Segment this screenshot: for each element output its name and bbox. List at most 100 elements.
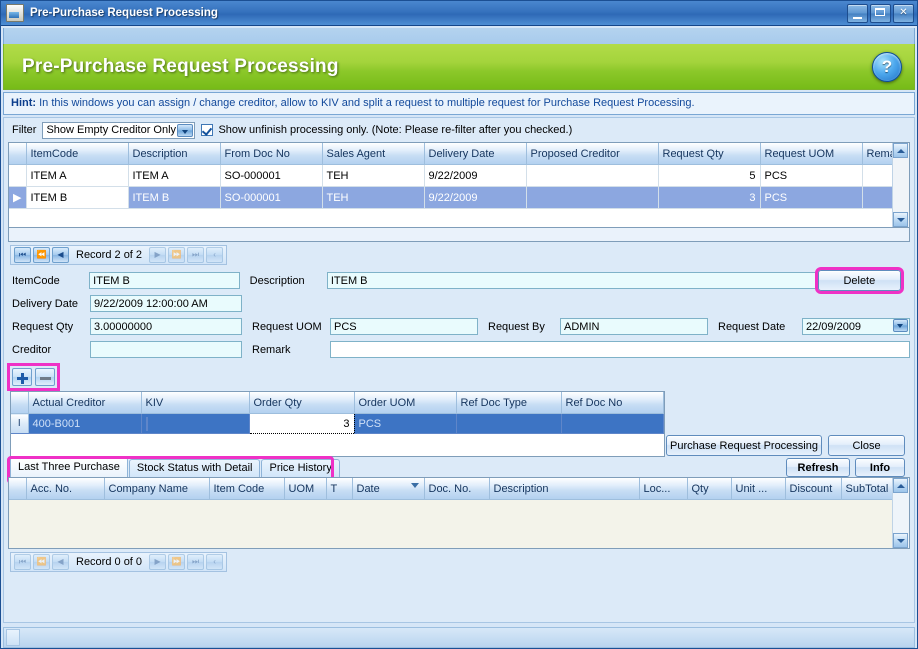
col-discount[interactable]: Discount bbox=[785, 478, 842, 500]
nav-first-button[interactable]: ⏮ bbox=[14, 247, 31, 263]
col-doc-no[interactable]: Doc. No. bbox=[424, 478, 490, 500]
nav-first-button[interactable]: ⏮ bbox=[14, 554, 31, 570]
nav-next-page-button[interactable]: ⏩ bbox=[168, 554, 186, 570]
col-request-uom[interactable]: Request UOM bbox=[760, 143, 863, 165]
tab-stock-status-with-detail[interactable]: Stock Status with Detail bbox=[128, 459, 261, 477]
col-actual-creditor[interactable]: Actual Creditor bbox=[28, 392, 142, 414]
maximize-button[interactable] bbox=[870, 4, 891, 23]
cell-from-doc-no[interactable]: SO-000001 bbox=[220, 186, 323, 209]
history-grid[interactable]: Acc. No. Company Name Item Code UOM T Da… bbox=[8, 477, 910, 549]
col-uom[interactable]: UOM bbox=[284, 478, 327, 500]
history-vscrollbar[interactable] bbox=[892, 478, 909, 548]
remove-creditor-button[interactable] bbox=[35, 368, 55, 386]
nav-extra-button[interactable]: ‹ bbox=[206, 247, 224, 263]
cell-request-uom[interactable]: PCS bbox=[760, 186, 863, 209]
cell-sales-agent[interactable]: TEH bbox=[322, 186, 425, 209]
main-grid-vscrollbar[interactable] bbox=[892, 143, 909, 227]
request-date-field[interactable]: 22/09/2009 bbox=[802, 318, 910, 335]
col-description[interactable]: Description bbox=[128, 143, 221, 165]
remark-field[interactable] bbox=[330, 341, 910, 358]
nav-next-page-button[interactable]: ⏩ bbox=[168, 247, 186, 263]
scroll-down-icon[interactable] bbox=[893, 212, 908, 227]
creditor-field[interactable] bbox=[90, 341, 242, 358]
cell-order-qty[interactable]: 3 bbox=[248, 413, 355, 434]
scroll-up-icon[interactable] bbox=[893, 478, 908, 493]
col-request-qty[interactable]: Request Qty bbox=[658, 143, 761, 165]
cell-kiv[interactable] bbox=[141, 413, 250, 434]
cell-request-qty[interactable]: 5 bbox=[658, 164, 761, 187]
col-order-qty[interactable]: Order Qty bbox=[249, 392, 355, 414]
nav-last-button[interactable]: ⏭ bbox=[187, 554, 205, 570]
cell-request-uom[interactable]: PCS bbox=[760, 164, 863, 187]
chevron-down-icon[interactable] bbox=[893, 319, 908, 332]
cell-description[interactable]: ITEM A bbox=[128, 164, 221, 187]
nav-extra-button[interactable]: ‹ bbox=[206, 554, 224, 570]
col-acc-no[interactable]: Acc. No. bbox=[26, 478, 105, 500]
add-creditor-button[interactable] bbox=[12, 368, 32, 386]
col-ref-doc-no[interactable]: Ref Doc No bbox=[561, 392, 664, 414]
cell-itemcode[interactable]: ITEM A bbox=[26, 164, 129, 187]
nav-next-button[interactable]: ▶ bbox=[149, 554, 167, 570]
scroll-up-icon[interactable] bbox=[893, 143, 908, 158]
col-date[interactable]: Date bbox=[352, 478, 425, 500]
nav-prev-button[interactable]: ◀ bbox=[52, 247, 69, 263]
col-proposed-creditor[interactable]: Proposed Creditor bbox=[526, 143, 659, 165]
col-ref-doc-type[interactable]: Ref Doc Type bbox=[456, 392, 562, 414]
col-unit[interactable]: Unit ... bbox=[731, 478, 786, 500]
nav-prev-page-button[interactable]: ⏪ bbox=[33, 554, 50, 570]
unfinish-checkbox[interactable] bbox=[201, 124, 214, 136]
kiv-checkbox[interactable] bbox=[145, 416, 148, 431]
nav-last-button[interactable]: ⏭ bbox=[187, 247, 205, 263]
chevron-down-icon[interactable] bbox=[177, 123, 194, 137]
cell-order-uom[interactable]: PCS bbox=[354, 413, 457, 434]
description-field[interactable]: ITEM B bbox=[326, 272, 818, 289]
cell-proposed-creditor[interactable] bbox=[526, 186, 659, 209]
requests-grid[interactable]: ItemCode Description From Doc No Sales A… bbox=[8, 142, 910, 228]
refresh-button[interactable]: Refresh bbox=[786, 458, 850, 477]
purchase-request-processing-button[interactable]: Purchase Request Processing bbox=[666, 435, 822, 456]
col-sales-agent[interactable]: Sales Agent bbox=[322, 143, 425, 165]
cell-ref-doc-no[interactable] bbox=[561, 413, 664, 434]
col-itemcode[interactable]: ItemCode bbox=[26, 143, 129, 165]
nav-prev-button[interactable]: ◀ bbox=[52, 554, 69, 570]
table-row[interactable]: ITEM A ITEM A SO-000001 TEH 9/22/2009 5 … bbox=[9, 164, 909, 187]
request-by-field[interactable]: ADMIN bbox=[560, 318, 708, 335]
info-button[interactable]: Info bbox=[855, 458, 905, 477]
cell-request-qty[interactable]: 3 bbox=[658, 186, 761, 209]
table-row[interactable]: I 400-B001 3 PCS bbox=[11, 413, 664, 434]
col-item-code[interactable]: Item Code bbox=[209, 478, 285, 500]
request-qty-field[interactable]: 3.00000000 bbox=[90, 318, 242, 335]
main-grid-hscrollbar[interactable] bbox=[8, 228, 910, 242]
cell-delivery-date[interactable]: 9/22/2009 bbox=[424, 164, 527, 187]
col-kiv[interactable]: KIV bbox=[141, 392, 250, 414]
cell-sales-agent[interactable]: TEH bbox=[322, 164, 425, 187]
cell-from-doc-no[interactable]: SO-000001 bbox=[220, 164, 323, 187]
cell-proposed-creditor[interactable] bbox=[526, 164, 659, 187]
help-icon[interactable]: ? bbox=[872, 51, 902, 82]
delivery-date-field[interactable]: 9/22/2009 12:00:00 AM bbox=[90, 295, 242, 312]
nav-prev-page-button[interactable]: ⏪ bbox=[33, 247, 50, 263]
col-order-uom[interactable]: Order UOM bbox=[354, 392, 457, 414]
scroll-down-icon[interactable] bbox=[893, 533, 908, 548]
cell-description[interactable]: ITEM B bbox=[128, 186, 221, 209]
tab-last-three-purchase[interactable]: Last Three Purchase bbox=[10, 457, 128, 477]
col-delivery-date[interactable]: Delivery Date bbox=[424, 143, 527, 165]
table-row[interactable]: ▶ ITEM B ITEM B SO-000001 TEH 9/22/2009 … bbox=[9, 186, 909, 209]
itemcode-field[interactable]: ITEM B bbox=[89, 272, 240, 289]
cell-ref-doc-type[interactable] bbox=[456, 413, 562, 434]
cell-delivery-date[interactable]: 9/22/2009 bbox=[424, 186, 527, 209]
filter-combo[interactable]: Show Empty Creditor Only bbox=[42, 121, 196, 139]
nav-next-button[interactable]: ▶ bbox=[149, 247, 167, 263]
col-t[interactable]: T bbox=[326, 478, 353, 500]
unfinish-filter-row[interactable]: Show unfinish processing only. (Note: Pl… bbox=[201, 124, 572, 136]
delete-button[interactable]: Delete bbox=[814, 267, 904, 294]
creditor-grid[interactable]: Actual Creditor KIV Order Qty Order UOM … bbox=[10, 391, 665, 457]
col-loc[interactable]: Loc... bbox=[639, 478, 688, 500]
col-qty[interactable]: Qty bbox=[687, 478, 732, 500]
cell-itemcode[interactable]: ITEM B bbox=[26, 186, 129, 209]
minimize-button[interactable] bbox=[847, 4, 868, 23]
cell-actual-creditor[interactable]: 400-B001 bbox=[28, 413, 142, 434]
close-button[interactable]: Close bbox=[828, 435, 905, 456]
col-description[interactable]: Description bbox=[489, 478, 640, 500]
close-window-button[interactable]: ✕ bbox=[893, 4, 914, 23]
